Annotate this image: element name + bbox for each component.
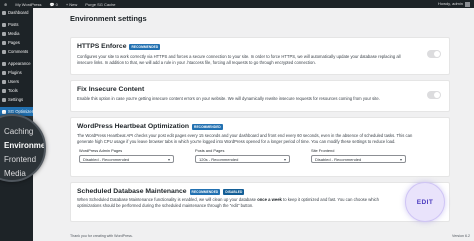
user-icon xyxy=(2,79,6,84)
pin-icon xyxy=(2,22,6,27)
comments-count: 0 xyxy=(55,1,58,7)
sidebar-item-label: Dashboard xyxy=(8,10,29,15)
sidebar-item-dashboard[interactable]: Dashboard xyxy=(0,8,33,17)
card-title: Scheduled Database Maintenance RECOMMEND… xyxy=(77,188,245,195)
https-enforce-description: Configures your site to work correctly v… xyxy=(77,54,422,67)
new-content-link[interactable]: + New xyxy=(66,2,77,7)
description-text: When Scheduled Database Maintenance func… xyxy=(77,197,258,202)
settings-icon xyxy=(2,97,6,102)
database-maintenance-description: When Scheduled Database Maintenance func… xyxy=(77,197,407,210)
sidebar-item-label: Media xyxy=(8,31,20,36)
plugin-icon xyxy=(2,70,6,75)
fix-insecure-content-title: Fix Insecure Content xyxy=(77,86,145,93)
sidebar-item-label: Posts xyxy=(8,22,19,27)
select-value: Disabled - Recommended xyxy=(83,156,130,162)
chevron-down-icon: ▾ xyxy=(399,157,402,162)
wrench-icon xyxy=(2,88,6,93)
wordpress-logo-icon[interactable]: ⊕ xyxy=(4,2,7,7)
sidebar-item-label: Pages xyxy=(8,40,20,45)
sidebar-item-label: Tools xyxy=(8,88,18,93)
sidebar-item-label: Settings xyxy=(8,97,24,102)
site-frontend-select[interactable]: Disabled - Recommended ▾ xyxy=(311,155,406,163)
database-maintenance-card: Scheduled Database Maintenance RECOMMEND… xyxy=(70,182,450,222)
sidebar-item-label: Comments xyxy=(8,49,29,54)
description-line: generate high CPU usage if you leave bro… xyxy=(77,139,396,145)
card-title: Fix Insecure Content xyxy=(77,86,144,93)
comment-icon xyxy=(2,49,6,54)
fix-insecure-content-toggle[interactable] xyxy=(427,91,441,99)
toggle-knob xyxy=(434,51,440,57)
sidebar-item-pages[interactable]: Pages xyxy=(0,38,33,47)
card-title: HTTPS Enforce RECOMMENDED xyxy=(77,43,161,50)
heartbeat-description: The WordPress Heartbeat API checks your … xyxy=(77,133,442,146)
account-menu[interactable]: Howdy, admin xyxy=(437,1,470,7)
footer-version: Version 6.2 xyxy=(452,234,470,238)
chevron-down-icon: ▾ xyxy=(167,157,170,162)
sidebar-item-label: Appearance xyxy=(8,61,31,66)
fix-insecure-content-description: Enable this option in case you're gettin… xyxy=(77,96,380,101)
posts-pages-select[interactable]: 120s - Recommended ▾ xyxy=(195,155,290,163)
site-name-link[interactable]: My WordPress xyxy=(15,2,41,7)
https-enforce-title: HTTPS Enforce xyxy=(77,43,127,50)
admin-pages-select[interactable]: Disabled - Recommended ▾ xyxy=(79,155,174,163)
sidebar-item-tools[interactable]: Tools xyxy=(0,86,33,95)
page-title: Environment settings xyxy=(70,14,147,23)
heartbeat-optimization-card: WordPress Heartbeat Optimization RECOMME… xyxy=(70,117,450,177)
description-emphasis: once a week xyxy=(257,197,282,202)
sidebar-item-users[interactable]: Users xyxy=(0,77,33,86)
sidebar-item-posts[interactable]: Posts xyxy=(0,20,33,29)
page-icon xyxy=(2,40,6,45)
chevron-down-icon: ▾ xyxy=(283,157,286,162)
dashboard-icon xyxy=(2,10,6,15)
sg-optimizer-icon xyxy=(2,109,6,114)
select-value: Disabled - Recommended xyxy=(315,156,362,162)
admin-bar: ⊕ My WordPress 💬 0 + New Purge SG Cache … xyxy=(0,0,474,8)
toggle-knob xyxy=(434,92,440,98)
avatar xyxy=(465,1,470,7)
zoom-item-frontend: Frontend xyxy=(4,155,37,164)
submenu-magnifier: Caching Environment Frontend Media xyxy=(0,114,46,182)
sidebar-item-media[interactable]: Media xyxy=(0,29,33,38)
database-maintenance-title: Scheduled Database Maintenance xyxy=(77,188,187,195)
card-title: WordPress Heartbeat Optimization RECOMME… xyxy=(77,123,223,130)
recommended-badge: RECOMMENDED xyxy=(129,43,161,50)
disabled-badge: DISABLED xyxy=(223,188,245,195)
sidebar-item-label: Plugins xyxy=(8,70,22,75)
zoom-item-environment: Environment xyxy=(4,141,46,150)
description-line: optimizations should be performed during… xyxy=(77,203,254,209)
admin-pages-label: WordPress Admin Pages xyxy=(79,148,123,153)
sidebar-item-appearance[interactable]: Appearance xyxy=(0,59,33,68)
heartbeat-title: WordPress Heartbeat Optimization xyxy=(77,123,190,130)
comments-link[interactable]: 💬 0 xyxy=(50,2,58,7)
description-line: insecure links. In addition to that, we … xyxy=(77,60,316,66)
edit-button-highlight[interactable]: EDIT xyxy=(405,182,445,222)
edit-button[interactable]: EDIT xyxy=(417,199,433,206)
brush-icon xyxy=(2,61,6,66)
description-text: to keep it optimized and fast. You can c… xyxy=(281,197,379,202)
media-icon xyxy=(2,31,6,36)
sidebar-item-label: Users xyxy=(8,79,19,84)
fix-insecure-content-card: Fix Insecure Content Enable this option … xyxy=(70,80,450,112)
sidebar-item-comments[interactable]: Comments xyxy=(0,47,33,56)
site-frontend-label: Site Frontend xyxy=(311,148,335,153)
purge-cache-link[interactable]: Purge SG Cache xyxy=(85,2,115,7)
posts-pages-label: Posts and Pages xyxy=(195,148,225,153)
https-enforce-card: HTTPS Enforce RECOMMENDED Configures you… xyxy=(70,37,450,75)
zoom-item-caching: Caching xyxy=(4,127,34,136)
footer-thanks: Thank you for creating with WordPress. xyxy=(70,234,133,238)
recommended-badge: RECOMMENDED xyxy=(192,123,223,130)
https-enforce-toggle[interactable] xyxy=(427,50,441,58)
greeting-text: Howdy, admin xyxy=(437,1,463,7)
select-value: 120s - Recommended xyxy=(199,156,239,162)
recommended-badge: RECOMMENDED xyxy=(189,188,221,195)
zoom-item-media: Media xyxy=(4,169,26,178)
sidebar-item-settings[interactable]: Settings xyxy=(0,95,33,104)
sidebar-item-plugins[interactable]: Plugins xyxy=(0,68,33,77)
